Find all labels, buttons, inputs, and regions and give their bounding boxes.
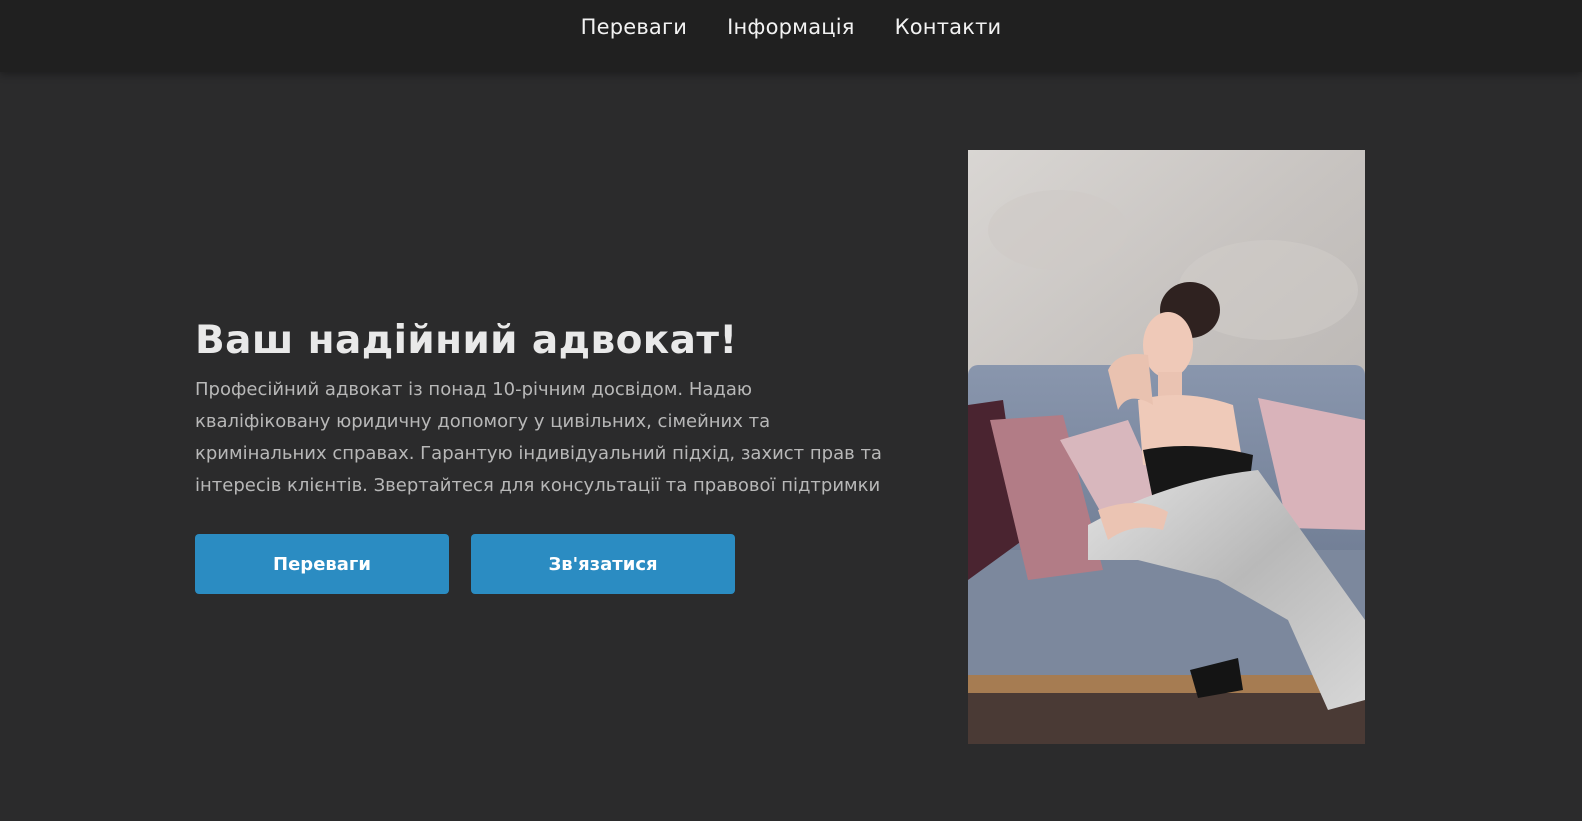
nav-link-advantages[interactable]: Переваги xyxy=(581,12,688,42)
hero-text-block: Ваш надійний адвокат! Професійний адвока… xyxy=(195,314,895,502)
nav-link-information[interactable]: Інформація xyxy=(727,12,855,42)
advantages-button[interactable]: Переваги xyxy=(195,534,449,594)
top-navigation: Переваги Інформація Контакти xyxy=(0,0,1582,72)
hero-buttons: Переваги Зв'язатися xyxy=(195,534,735,594)
hero-description: Професійний адвокат із понад 10-річним д… xyxy=(195,379,882,496)
nav-link-contacts[interactable]: Контакти xyxy=(895,12,1002,42)
lawyer-photo xyxy=(968,150,1365,744)
hero-title: Ваш надійний адвокат! xyxy=(195,318,738,363)
contact-button[interactable]: Зв'язатися xyxy=(471,534,735,594)
hero-section: Ваш надійний адвокат! Професійний адвока… xyxy=(0,72,1582,821)
